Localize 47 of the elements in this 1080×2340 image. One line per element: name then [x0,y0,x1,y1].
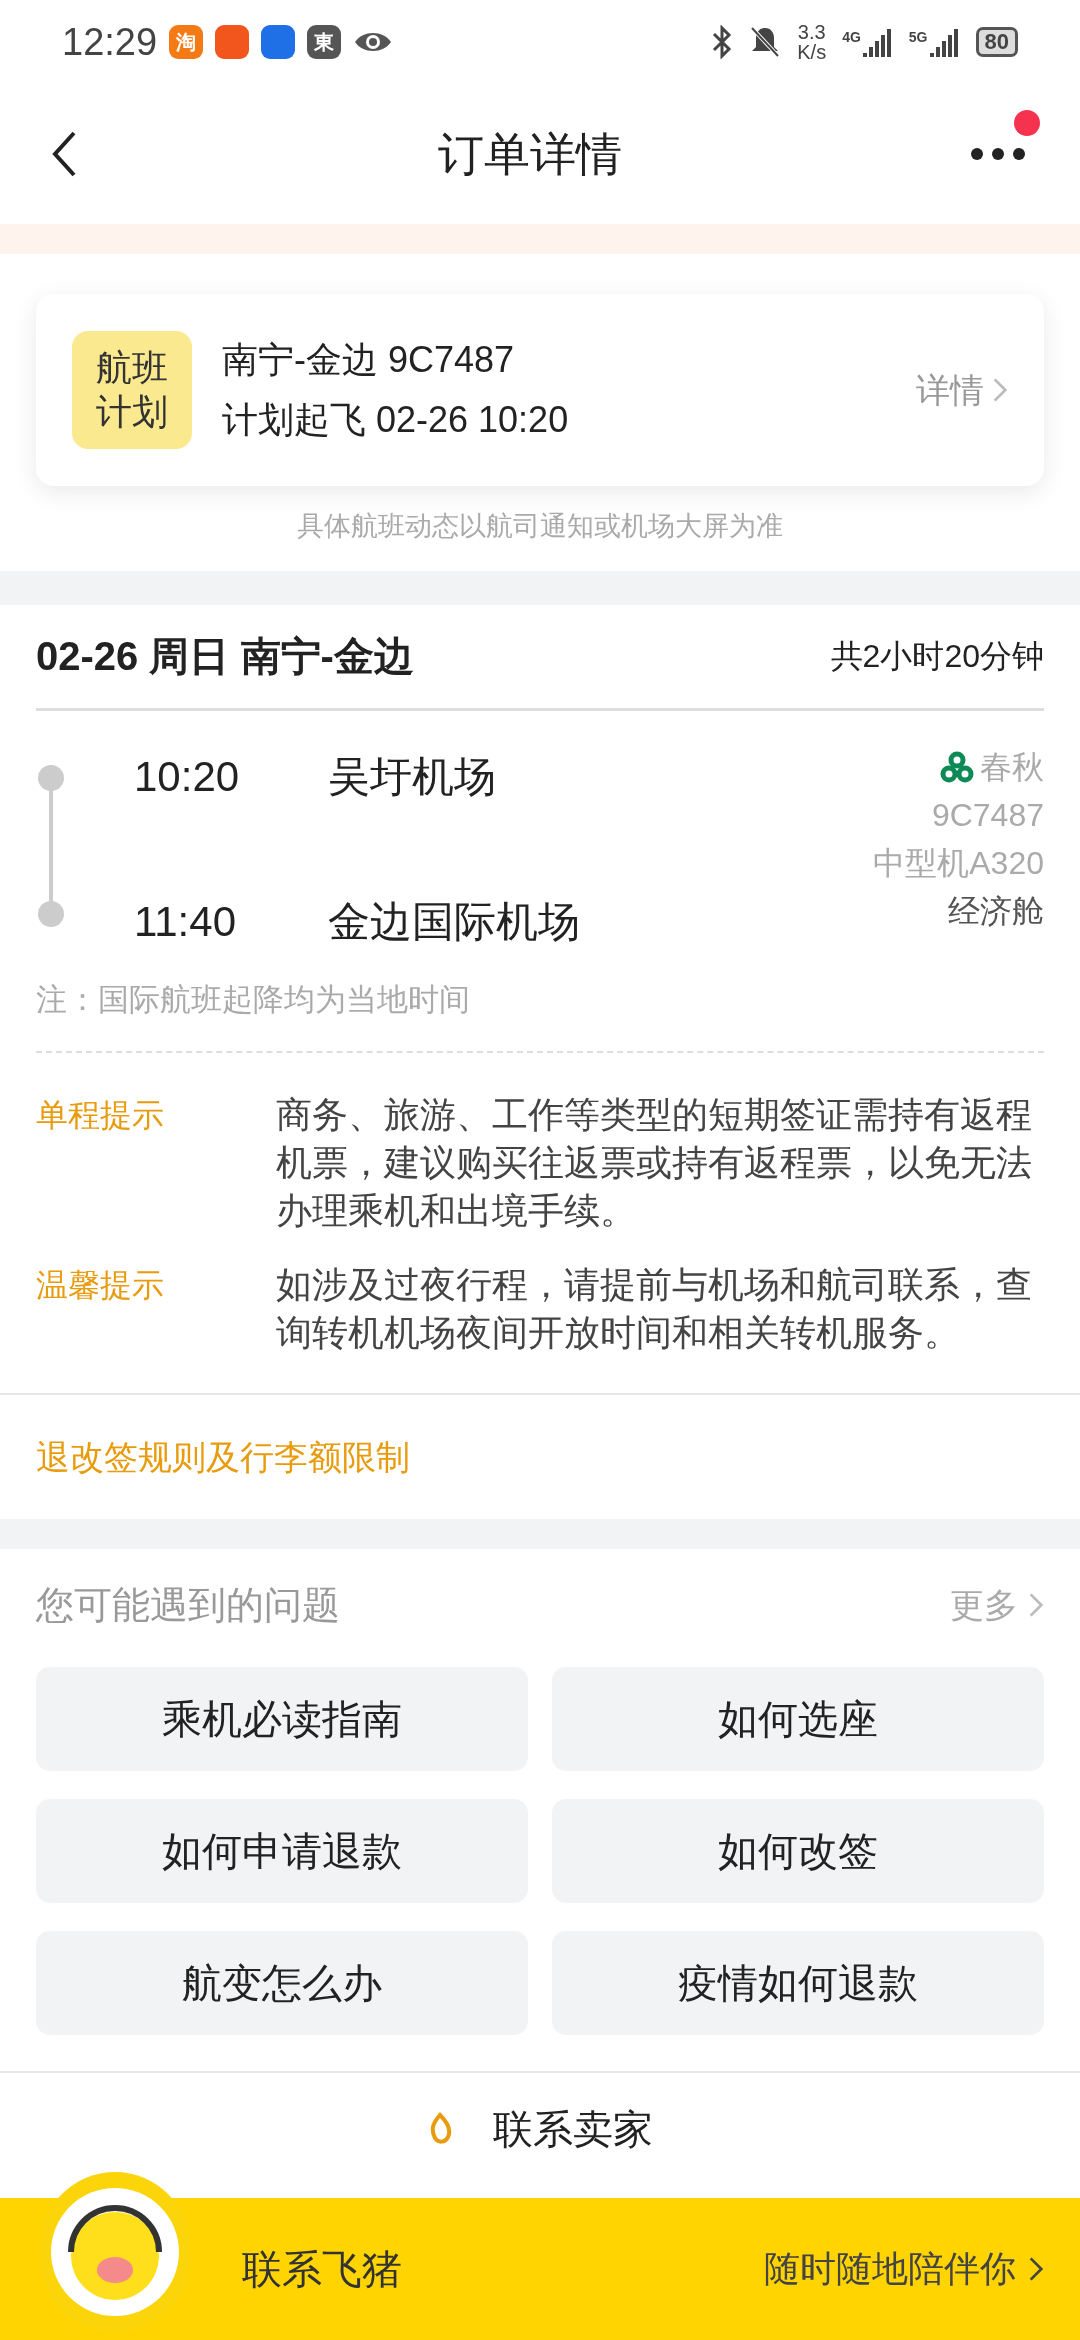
battery-level: 80 [975,27,1018,57]
tip-label: 单程提示 [36,1096,165,1135]
flight-number: 9C7487 [931,795,1044,835]
aircraft-type: 中型机A320 [873,843,1044,883]
airport-name: 金边国际机场 [328,896,580,947]
airline-logo-icon [940,749,974,784]
muted-bell-icon [749,25,782,59]
tip-text: 商务、旅游、工作等类型的短期签证需持有返程机票，建议购买往返票或持有返程票，以免无法办理乘机和出境手续。 [276,1093,1033,1233]
contact-title: 联系飞猪 [242,2246,402,2293]
chevron-right-icon [1028,1591,1044,1619]
departure-time: 计划起飞 02-26 10:20 [222,398,570,442]
flight-status-note: 具体航班动态以航司通知或机场大屏为准 [296,510,784,543]
app-icon: 東 [307,25,342,59]
flight-duration: 共2小时20分钟 [830,637,1044,676]
faq-title: 您可能遇到的问题 [36,1582,340,1628]
faq-button[interactable]: 如何选座 [552,1667,1044,1771]
chevron-right-icon [992,376,1008,404]
clock: 12:29 [62,19,158,65]
faq-button[interactable]: 如何改签 [552,1799,1044,1903]
chevron-right-icon [1028,2255,1044,2283]
network-type: 5G [908,28,928,47]
contact-link[interactable]: 随时随地陪伴你 [764,2242,1044,2296]
faq-button[interactable]: 如何申请退款 [36,1799,528,1903]
faq-button[interactable]: 乘机必读指南 [36,1667,528,1771]
bluetooth-icon [711,25,734,59]
page-title: 订单详情 [438,126,622,182]
cabin-class: 经济舱 [948,891,1044,931]
speed-unit: K/s [797,42,827,62]
airport-name: 吴圩机场 [328,751,496,802]
signal-icon [929,27,960,57]
flight-plan-badge: 航班计划 [72,331,192,449]
flight-route: 南宁-金边 9C7487 [222,338,516,382]
speed-value: 3.3 [797,22,826,42]
tip-label: 温馨提示 [36,1266,165,1305]
network-type: 4G [842,28,861,47]
signal-icon [862,27,893,57]
contact-seller[interactable]: 联系卖家 [493,2099,653,2159]
stop-time: 10:20 [134,751,241,802]
faq-button[interactable]: 疫情如何退款 [552,1931,1044,2035]
more-icon [971,148,1025,160]
tip-text: 如涉及过夜行程，请提前与机场和航司联系，查询转机机场夜间开放时间和相关转机服务。 [276,1263,1033,1355]
app-icon: 淘 [169,25,204,59]
itinerary-title: 02-26 周日 南宁-金边 [36,633,414,680]
local-time-note: 注：国际航班起降均为当地时间 [36,976,1044,1053]
stop-time: 11:40 [134,896,237,947]
faq-button[interactable]: 航变怎么办 [36,1931,528,2035]
airline-name: 春秋 [980,747,1044,787]
